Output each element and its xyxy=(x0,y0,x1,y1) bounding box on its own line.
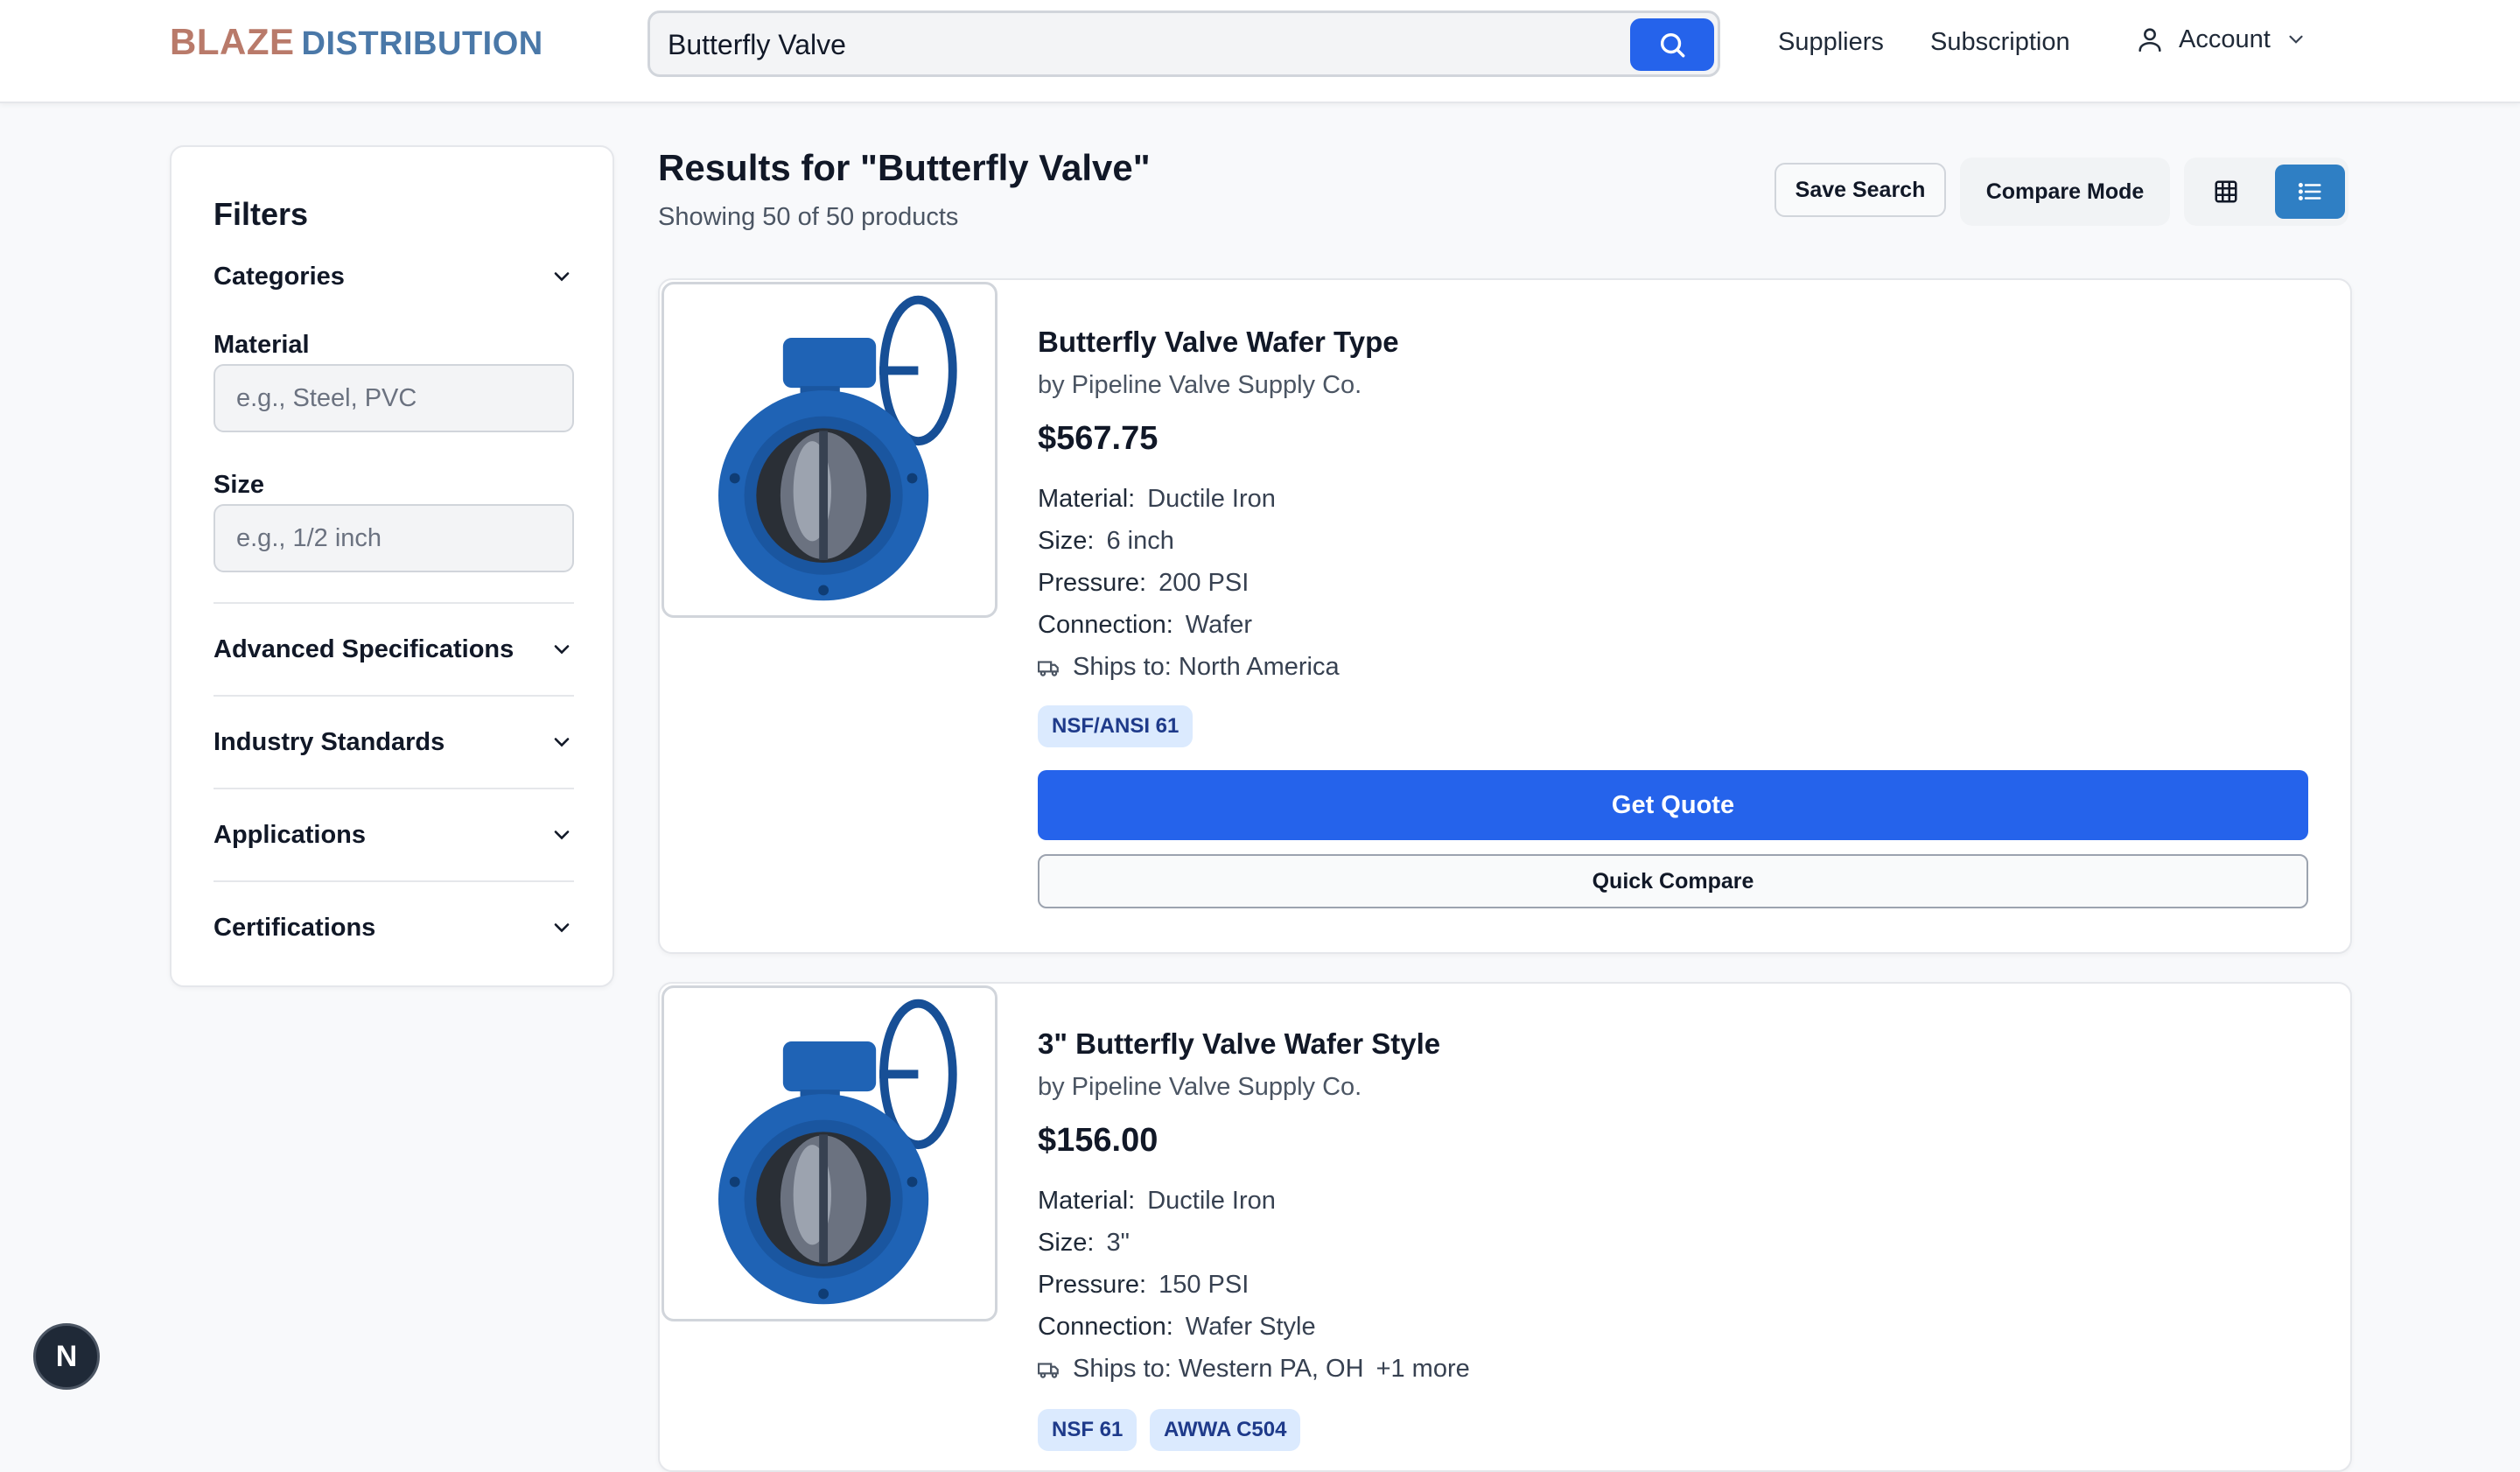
get-quote-button[interactable]: Get Quote xyxy=(1038,770,2308,840)
spec-size: Size: 6 inch xyxy=(1038,527,1174,556)
spec-connection: Connection: Wafer xyxy=(1038,611,1252,640)
spec-key: Size: xyxy=(1038,527,1095,555)
spec-value: 3" xyxy=(1106,1229,1130,1257)
divider xyxy=(214,880,574,882)
spec-key: Material: xyxy=(1038,485,1136,513)
save-search-button[interactable]: Save Search xyxy=(1774,163,1946,217)
spec-value: Wafer xyxy=(1185,611,1253,639)
filter-advanced-specifications[interactable]: Advanced Specifications xyxy=(214,632,574,667)
filters-title: Filters xyxy=(214,196,309,232)
filter-section-label: Industry Standards xyxy=(214,727,445,756)
filter-industry-standards[interactable]: Industry Standards xyxy=(214,725,574,760)
spec-pressure: Pressure: 150 PSI xyxy=(1038,1271,1249,1300)
certification-tag: NSF 61 xyxy=(1038,1409,1138,1451)
divider xyxy=(214,788,574,789)
spec-key: Pressure: xyxy=(1038,1271,1147,1299)
spec-value: Ductile Iron xyxy=(1147,1187,1276,1215)
search-icon xyxy=(1660,32,1685,58)
chevron-down-icon xyxy=(554,738,570,747)
material-label: Material xyxy=(214,331,310,359)
product-card: Butterfly Valve Wafer Type by Pipeline V… xyxy=(658,278,2352,954)
spec-key: Connection: xyxy=(1038,1313,1173,1341)
product-supplier[interactable]: by Pipeline Valve Supply Co. xyxy=(1038,371,1362,400)
spec-connection: Connection: Wafer Style xyxy=(1038,1313,1316,1342)
results-count: Showing 50 of 50 products xyxy=(658,203,959,231)
spec-material: Material: Ductile Iron xyxy=(1038,1187,1276,1216)
user-icon xyxy=(2138,28,2161,53)
spec-key: Pressure: xyxy=(1038,569,1147,597)
ships-to: Ships to: Western PA, OH +1 more xyxy=(1038,1355,1470,1384)
certification-tag: AWWA C504 xyxy=(1150,1409,1301,1451)
quick-compare-button[interactable]: Quick Compare xyxy=(1038,854,2308,908)
certification-tag: NSF/ANSI 61 xyxy=(1038,705,1194,747)
spec-value: Wafer Style xyxy=(1185,1313,1316,1341)
filter-section-label: Applications xyxy=(214,820,367,849)
chevron-down-icon xyxy=(554,831,570,840)
truck-icon xyxy=(1038,1362,1059,1378)
chevron-down-icon xyxy=(554,645,570,655)
size-label: Size xyxy=(214,471,265,499)
spec-value: Ductile Iron xyxy=(1147,485,1276,513)
ships-more-link[interactable]: +1 more xyxy=(1376,1355,1470,1384)
spec-key: Material: xyxy=(1038,1187,1136,1215)
filter-section-label: Advanced Specifications xyxy=(214,634,514,663)
spec-key: Size: xyxy=(1038,1229,1095,1257)
truck-icon xyxy=(1038,660,1059,676)
filter-categories-label: Categories xyxy=(214,262,345,291)
ships-to: Ships to: North America xyxy=(1038,653,1340,682)
product-price: $567.75 xyxy=(1038,420,1158,457)
butterfly-valve-image xyxy=(718,999,957,1305)
chevron-down-icon xyxy=(554,272,570,282)
next-dev-badge[interactable]: N xyxy=(33,1323,100,1390)
grid-icon xyxy=(2215,180,2237,203)
filter-section-label: Certifications xyxy=(214,913,376,942)
spec-size: Size: 3" xyxy=(1038,1229,1130,1258)
size-input[interactable] xyxy=(214,504,574,572)
divider xyxy=(214,602,574,604)
chevron-down-icon xyxy=(554,923,570,933)
filter-categories[interactable]: Categories xyxy=(214,259,574,294)
spec-key: Connection: xyxy=(1038,611,1173,639)
account-label: Account xyxy=(2179,25,2271,53)
spec-pressure: Pressure: 200 PSI xyxy=(1038,569,1249,598)
material-input[interactable] xyxy=(214,364,574,432)
grid-view-button[interactable] xyxy=(2191,165,2261,219)
spec-material: Material: Ductile Iron xyxy=(1038,485,1276,514)
filter-certifications[interactable]: Certifications xyxy=(214,910,574,945)
search-bar xyxy=(648,11,1720,77)
filters-panel: Filters Categories Material Size Advance… xyxy=(170,145,614,987)
list-icon xyxy=(2298,183,2321,200)
product-image[interactable] xyxy=(662,282,998,618)
product-card: 3" Butterfly Valve Wafer Style by Pipeli… xyxy=(658,982,2352,1472)
spec-value: 150 PSI xyxy=(1158,1271,1250,1299)
compare-mode-button[interactable]: Compare Mode xyxy=(1960,158,2170,226)
divider xyxy=(214,695,574,697)
view-toggle xyxy=(2184,158,2348,226)
product-name[interactable]: Butterfly Valve Wafer Type xyxy=(1038,326,1399,359)
ships-to-text: Ships to: North America xyxy=(1073,653,1340,681)
results-title: Results for "Butterfly Valve" xyxy=(658,147,1151,188)
filter-applications[interactable]: Applications xyxy=(214,817,574,852)
account-menu[interactable]: Account xyxy=(2135,25,2307,54)
brand-name-part2: DISTRIBUTION xyxy=(301,25,543,62)
brand-name-part1: BLAZE xyxy=(170,21,295,62)
product-price: $156.00 xyxy=(1038,1122,1158,1159)
product-name[interactable]: 3" Butterfly Valve Wafer Style xyxy=(1038,1027,1440,1061)
product-image[interactable] xyxy=(662,985,998,1321)
nav-subscription[interactable]: Subscription xyxy=(1930,28,2070,57)
top-header: BLAZEDISTRIBUTION Suppliers Subscription… xyxy=(0,0,2520,103)
spec-value: 6 inch xyxy=(1106,527,1174,555)
search-input[interactable] xyxy=(666,22,1579,67)
chevron-down-icon xyxy=(2289,35,2303,44)
butterfly-valve-image xyxy=(718,295,957,601)
search-button[interactable] xyxy=(1630,18,1714,71)
product-supplier[interactable]: by Pipeline Valve Supply Co. xyxy=(1038,1073,1362,1102)
ships-to-text: Ships to: Western PA, OH xyxy=(1073,1355,1364,1383)
nav-suppliers[interactable]: Suppliers xyxy=(1778,28,1884,57)
list-view-button[interactable] xyxy=(2275,165,2345,219)
brand-logo[interactable]: BLAZE DISTRIBUTION xyxy=(170,21,543,63)
spec-value: 200 PSI xyxy=(1158,569,1250,597)
